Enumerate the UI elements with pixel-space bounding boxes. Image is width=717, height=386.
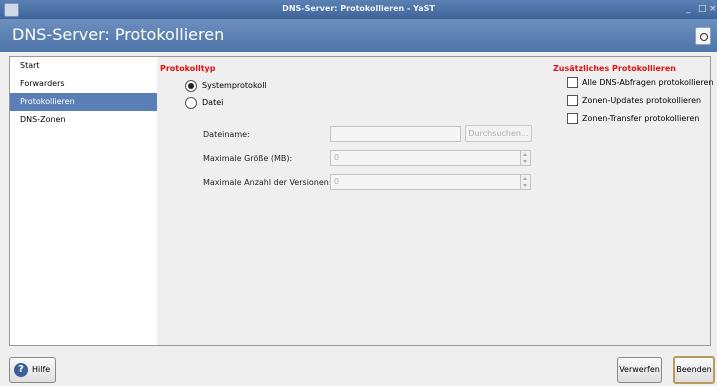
discard-button[interactable]: Verwerfen: [617, 357, 662, 383]
extra-heading: Zusätzliches Protokollieren: [553, 64, 676, 73]
page-header: DNS-Server: Protokollieren: [0, 19, 717, 52]
logtype-heading: Protokolltyp: [160, 64, 216, 73]
checkbox-zone-updates[interactable]: [567, 95, 578, 106]
filename-field[interactable]: [330, 126, 461, 142]
maximize-icon[interactable]: □: [698, 4, 707, 14]
checkbox-all-queries[interactable]: [567, 77, 578, 88]
radio-systemprotokoll-label[interactable]: Systemprotokoll: [202, 81, 267, 90]
checkbox-zone-transfer-label[interactable]: Zonen-Transfer protokollieren: [582, 114, 699, 123]
help-button-label: Hilfe: [32, 365, 51, 374]
close-icon[interactable]: ×: [709, 4, 717, 14]
radio-systemprotokoll[interactable]: [185, 80, 197, 92]
filename-label: Dateiname:: [203, 130, 250, 139]
help-icon: ?: [14, 363, 28, 377]
sidebar-item-forwarders[interactable]: Forwarders: [10, 75, 157, 93]
radio-datei-label[interactable]: Datei: [202, 98, 223, 107]
radio-datei[interactable]: [185, 97, 197, 109]
finish-button[interactable]: Beenden: [673, 356, 715, 384]
main-panel: Protokolltyp Systemprotokoll Datei Datei…: [157, 56, 714, 346]
help-button[interactable]: ? Hilfe: [9, 357, 56, 383]
maxsize-field[interactable]: 0: [330, 150, 531, 166]
checkbox-all-queries-label[interactable]: Alle DNS-Abfragen protokollieren: [582, 78, 714, 87]
maxsize-label: Maximale Größe (MB):: [203, 154, 293, 163]
maxsize-value: 0: [334, 153, 340, 162]
sidebar-item-protokollieren[interactable]: Protokollieren: [10, 93, 157, 111]
sidebar-item-start[interactable]: Start: [10, 57, 157, 75]
sidebar-item-dns-zonen[interactable]: DNS-Zonen: [10, 111, 157, 129]
window-titlebar[interactable]: DNS-Server: Protokollieren - YaST _ □ ×: [0, 0, 717, 19]
browse-button[interactable]: Durchsuchen...: [465, 125, 532, 142]
sidebar-nav: Start Forwarders Protokollieren DNS-Zone…: [9, 56, 158, 346]
window-title: DNS-Server: Protokollieren - YaST: [282, 4, 435, 13]
maxsize-spin-icon[interactable]: [520, 151, 530, 165]
maxversions-spin-icon[interactable]: [520, 175, 530, 189]
maxversions-field[interactable]: 0: [330, 174, 531, 190]
page-title: DNS-Server: Protokollieren: [12, 25, 225, 44]
checkbox-zone-transfer[interactable]: [567, 113, 578, 124]
module-search-icon: [695, 27, 711, 45]
maxversions-value: 0: [334, 177, 340, 186]
minimize-icon[interactable]: _: [686, 4, 691, 14]
maxversions-label: Maximale Anzahl der Versionen:: [203, 178, 332, 187]
checkbox-zone-updates-label[interactable]: Zonen-Updates protokollieren: [582, 96, 701, 105]
